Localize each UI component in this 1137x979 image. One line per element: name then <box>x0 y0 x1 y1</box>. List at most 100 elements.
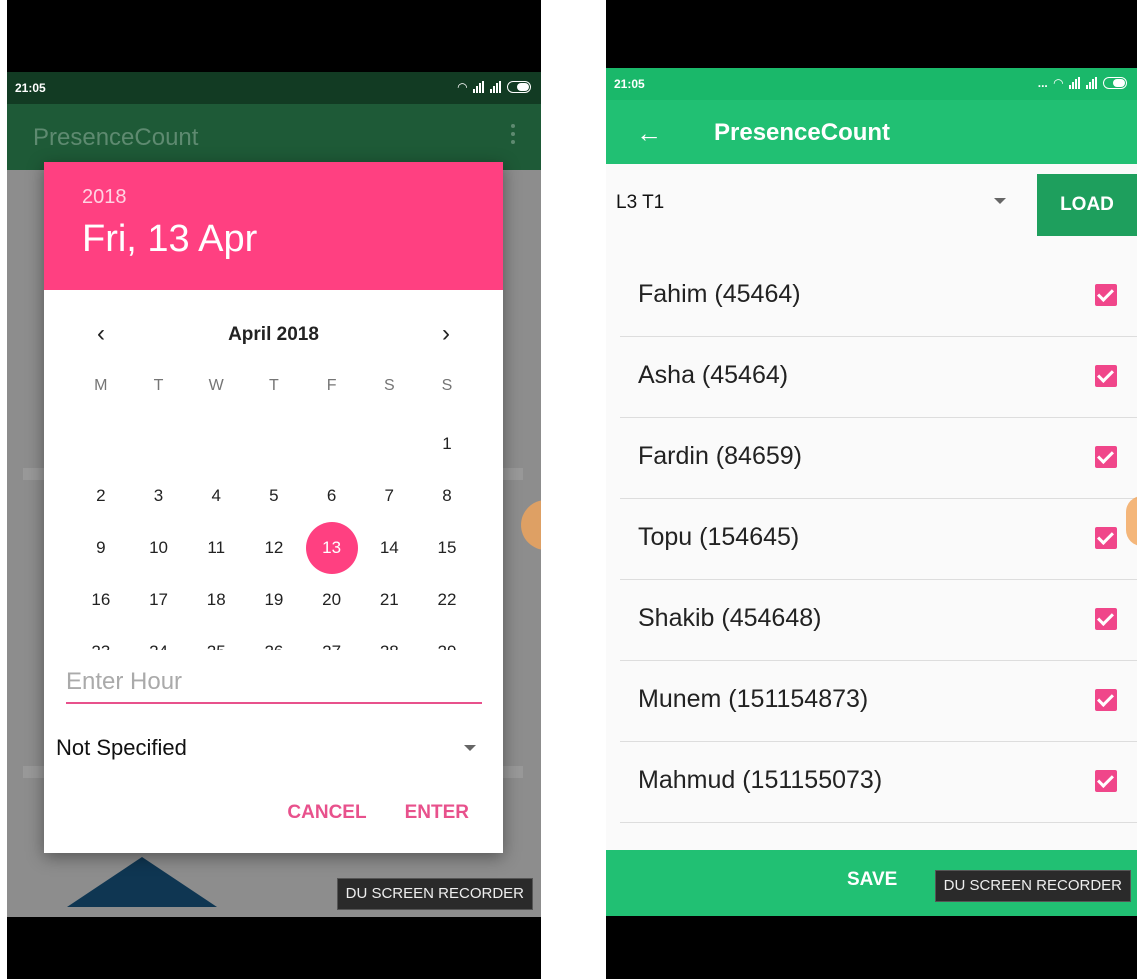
calendar-day-label: 12 <box>264 538 284 557</box>
calendar-day[interactable]: 6 <box>303 470 361 522</box>
calendar-day[interactable]: 16 <box>72 574 130 626</box>
left-screen: 21:05 ◠ PresenceCount DU SCREEN RECORDER… <box>7 72 541 917</box>
status-bar: 21:05 ◠ <box>7 72 541 104</box>
calendar-day[interactable]: 17 <box>130 574 188 626</box>
student-row[interactable]: Topu (154645) <box>620 499 1137 580</box>
student-row[interactable]: Asha (45464) <box>620 337 1137 418</box>
overflow-menu-icon[interactable] <box>511 124 515 148</box>
selected-date-label[interactable]: Fri, 13 Apr <box>82 218 257 261</box>
calendar-day-label: 25 <box>207 642 226 650</box>
calendar-day[interactable]: 12 <box>245 522 303 574</box>
student-row[interactable]: Shakib (454648) <box>620 580 1137 661</box>
chevron-right-icon[interactable]: › <box>431 320 461 348</box>
hour-input[interactable] <box>66 662 482 704</box>
class-dropdown[interactable]: L3 T1 <box>606 164 1036 236</box>
calendar-day-label: 11 <box>207 538 226 557</box>
status-icons: ... ◠ <box>1038 76 1127 90</box>
student-name: Shakib (454648) <box>638 604 822 632</box>
calendar-day-label: 18 <box>206 590 226 609</box>
calendar-day-label: 8 <box>442 486 452 505</box>
app-title: PresenceCount <box>33 124 199 151</box>
calendar-day[interactable]: 4 <box>187 470 245 522</box>
save-bar: SAVE DU SCREEN RECORDER <box>606 850 1137 916</box>
calendar-day[interactable]: 1 <box>418 418 476 470</box>
student-list: Fahim (45464) Asha (45464) Fardin (84659) T… <box>620 256 1137 848</box>
calendar-day[interactable]: 10 <box>130 522 188 574</box>
student-row[interactable]: Batul (151156450) <box>620 823 1137 848</box>
attendance-checkbox[interactable] <box>1095 365 1117 387</box>
calendar-week: 2 3 4 5 6 7 8 <box>72 470 492 522</box>
class-dropdown-value: L3 T1 <box>616 192 665 213</box>
student-row[interactable]: Fardin (84659) <box>620 418 1137 499</box>
calendar-day[interactable]: 21 <box>360 574 418 626</box>
dialog-header: 2018 Fri, 13 Apr <box>44 162 503 290</box>
calendar-day[interactable]: 7 <box>360 470 418 522</box>
signal-icon <box>1069 77 1080 89</box>
load-button[interactable]: LOAD <box>1037 174 1137 236</box>
calendar-day[interactable]: 25 <box>187 626 245 650</box>
calendar-day[interactable]: 9 <box>72 522 130 574</box>
calendar-day[interactable]: 14 <box>360 522 418 574</box>
calendar-day[interactable]: 8 <box>418 470 476 522</box>
floating-bubble[interactable] <box>521 500 541 550</box>
calendar-empty <box>303 418 361 470</box>
student-row[interactable]: Munem (151154873) <box>620 661 1137 742</box>
attendance-checkbox[interactable] <box>1095 770 1117 792</box>
student-row[interactable]: Fahim (45464) <box>620 256 1137 337</box>
enter-button[interactable]: ENTER <box>405 802 469 824</box>
signal-icon <box>473 81 484 93</box>
back-arrow-icon[interactable]: ← <box>636 118 662 149</box>
calendar-day[interactable]: 24 <box>130 626 188 650</box>
more-notifications-icon: ... <box>1037 76 1048 90</box>
student-row[interactable]: Mahmud (151155073) <box>620 742 1137 823</box>
calendar-day[interactable]: 18 <box>187 574 245 626</box>
attendance-checkbox[interactable] <box>1095 527 1117 549</box>
calendar-day-label: 28 <box>380 642 399 650</box>
calendar-day[interactable]: 15 <box>418 522 476 574</box>
attendance-checkbox[interactable] <box>1095 446 1117 468</box>
calendar-day[interactable]: 26 <box>245 626 303 650</box>
calendar-day[interactable]: 5 <box>245 470 303 522</box>
weekday-label: M <box>94 377 108 394</box>
year-label[interactable]: 2018 <box>82 186 127 209</box>
student-name: Topu (154645) <box>638 523 800 551</box>
calendar-day-label: 3 <box>153 486 164 505</box>
calendar-week: 16 17 18 19 20 21 22 <box>72 574 492 626</box>
cancel-button[interactable]: CANCEL <box>287 802 366 824</box>
calendar-day-label: 4 <box>211 486 221 505</box>
calendar-grid: M T W T F S S 1 2 3 4 5 6 7 8 9 10 11 12 13 14 15 16 17 1… <box>72 370 492 650</box>
attendance-checkbox[interactable] <box>1095 284 1117 306</box>
dropdown-arrow-icon <box>994 198 1006 204</box>
save-button[interactable]: SAVE <box>841 868 903 892</box>
dropdown-arrow-icon <box>464 745 476 751</box>
calendar-day[interactable]: 3 <box>130 470 188 522</box>
calendar-empty <box>187 418 245 470</box>
calendar-day-label: 23 <box>91 642 110 650</box>
calendar-day[interactable]: 19 <box>245 574 303 626</box>
attendance-checkbox[interactable] <box>1095 689 1117 711</box>
calendar-day[interactable]: 2 <box>72 470 130 522</box>
calendar-day[interactable]: 23 <box>72 626 130 650</box>
calendar-day[interactable]: 27 <box>303 626 361 650</box>
calendar-day[interactable]: 28 <box>360 626 418 650</box>
calendar-day-label: 27 <box>322 642 341 650</box>
calendar-day[interactable]: 13 <box>303 522 361 574</box>
calendar-day[interactable]: 22 <box>418 574 476 626</box>
recorder-badge: DU SCREEN RECORDER <box>934 870 1131 902</box>
status-time: 21:05 <box>15 81 46 95</box>
student-name: Batul (151156450) <box>638 847 842 848</box>
student-name: Fahim (45464) <box>638 280 801 308</box>
attendance-checkbox[interactable] <box>1095 608 1117 630</box>
calendar-day-label: 14 <box>379 538 399 557</box>
calendar-day[interactable]: 20 <box>303 574 361 626</box>
calendar-day-label: 15 <box>437 538 457 557</box>
month-navigation: ‹ April 2018 › <box>44 320 503 350</box>
floating-bubble[interactable] <box>1126 496 1137 546</box>
calendar-day[interactable]: 11 <box>187 522 245 574</box>
type-dropdown[interactable]: Not Specified <box>56 727 480 767</box>
student-name: Asha (45464) <box>638 361 789 389</box>
phone-right: 21:05 ... ◠ ← PresenceCount L3 T1 LOAD F… <box>606 0 1137 979</box>
calendar-day[interactable]: 29 <box>418 626 476 650</box>
student-name: Mahmud (151155073) <box>638 766 883 794</box>
weekday-label: S <box>441 377 453 394</box>
